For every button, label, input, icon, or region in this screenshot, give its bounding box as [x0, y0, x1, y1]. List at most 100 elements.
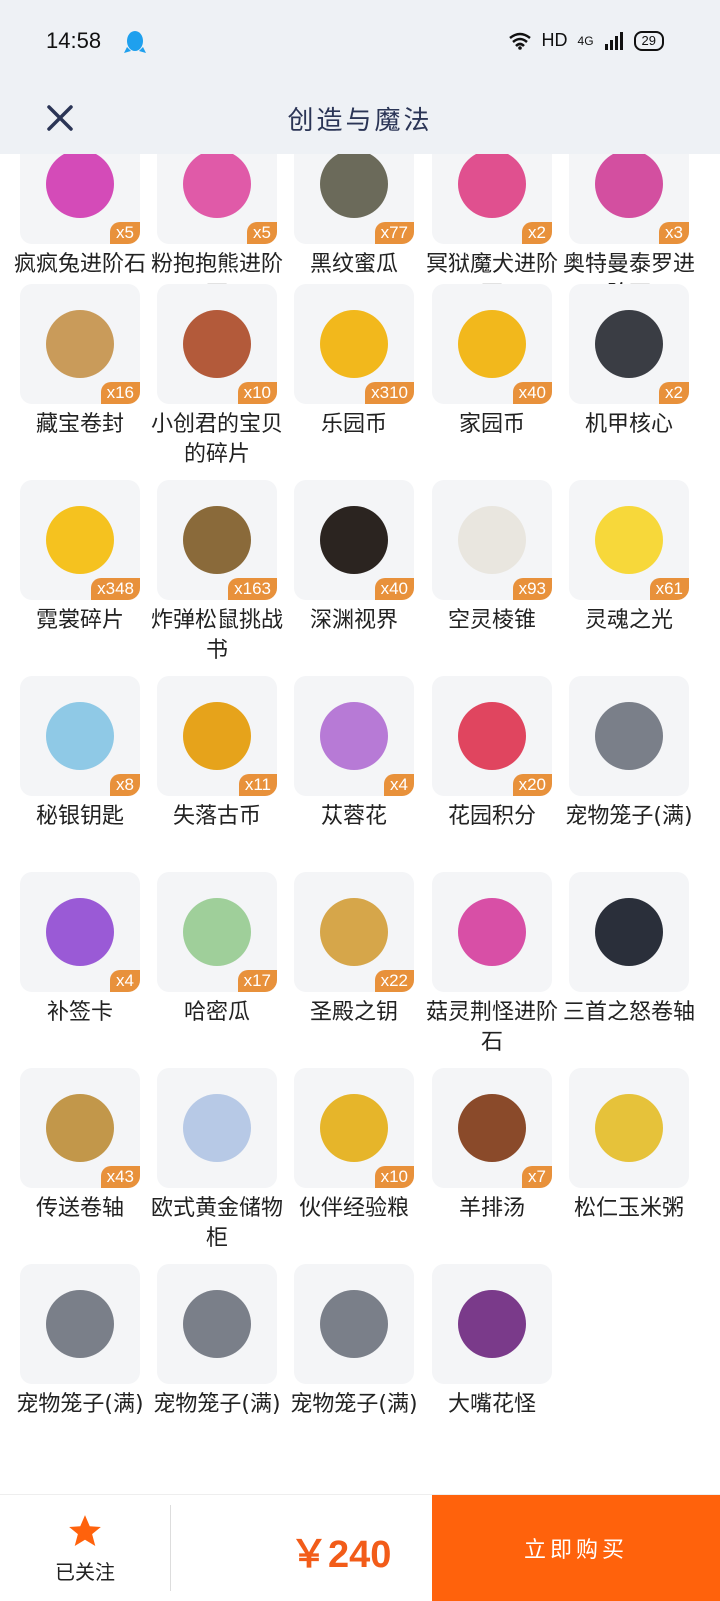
- item-icon: [320, 1094, 388, 1162]
- item-name: 黑纹蜜瓜: [309, 252, 398, 277]
- item-image: x40: [294, 480, 414, 600]
- item-image: [569, 676, 689, 796]
- item-name: 宠物笼子(满): [565, 804, 693, 829]
- item-icon: [320, 898, 388, 966]
- item-quantity: x310: [365, 382, 414, 404]
- item-quantity: x5: [110, 222, 140, 244]
- item-icon: [183, 702, 251, 770]
- item-quantity: x5: [247, 222, 277, 244]
- item-name: 藏宝卷封: [35, 412, 124, 437]
- item-icon: [458, 154, 526, 218]
- item-icon: [183, 1290, 251, 1358]
- item-icon: [458, 506, 526, 574]
- item-image: [569, 872, 689, 992]
- item-icon: [458, 898, 526, 966]
- item-image: [157, 1264, 277, 1384]
- item-icon: [183, 154, 251, 218]
- qq-icon: [124, 31, 146, 53]
- item-icon: [458, 1290, 526, 1358]
- item-icon: [46, 1094, 114, 1162]
- item-icon: [46, 1290, 114, 1358]
- item-name: 圣殿之钥: [309, 1000, 398, 1025]
- item-name: 霓裳碎片: [35, 608, 124, 633]
- item-quantity: x348: [91, 578, 140, 600]
- item-name: 松仁玉米粥: [573, 1196, 684, 1221]
- follow-button[interactable]: 已关注: [0, 1495, 170, 1601]
- item-quantity: x40: [374, 578, 414, 600]
- item-icon: [46, 154, 114, 218]
- item-image: x10: [294, 1068, 414, 1188]
- item-quantity: x22: [374, 970, 414, 992]
- item-quantity: x4: [384, 774, 414, 796]
- item-image: x17: [157, 872, 277, 992]
- item-image: x40: [432, 284, 552, 404]
- item-image: x348: [20, 480, 140, 600]
- item-name: 伙伴经验粮: [298, 1196, 409, 1221]
- buy-now-label: 立即购买: [523, 1538, 628, 1563]
- item-icon: [595, 154, 663, 218]
- item-icon: [183, 898, 251, 966]
- item-name: 失落古币: [172, 804, 261, 829]
- item-icon: [183, 506, 251, 574]
- item-name: 哈密瓜: [183, 1000, 250, 1025]
- item-quantity: x4: [110, 970, 140, 992]
- item-name: 苁蓉花: [320, 804, 387, 829]
- item-image: [294, 1264, 414, 1384]
- item-name: 传送卷轴: [35, 1196, 124, 1221]
- item-icon: [46, 898, 114, 966]
- item-quantity: x8: [110, 774, 140, 796]
- item-icon: [458, 310, 526, 378]
- item-quantity: x77: [374, 222, 414, 244]
- item-image: x5: [20, 154, 140, 244]
- buy-now-button[interactable]: 立即购买: [432, 1495, 720, 1601]
- item-quantity: x17: [237, 970, 277, 992]
- item-name: 炸弹松鼠挑战书: [150, 608, 283, 663]
- item-image: x93: [432, 480, 552, 600]
- star-icon: [69, 1514, 101, 1546]
- item-image: x4: [294, 676, 414, 796]
- app-header: 创造与魔法: [0, 82, 720, 154]
- page-title: 创造与魔法: [287, 106, 433, 136]
- item-image: x7: [432, 1068, 552, 1188]
- footer-divider: [170, 1505, 171, 1591]
- item-name: 宠物笼子(满): [153, 1392, 281, 1417]
- item-name: 疯疯兔进阶石: [13, 252, 146, 277]
- status-time: 14:58: [46, 28, 102, 53]
- item-quantity: x43: [100, 1166, 140, 1188]
- item-image: x10: [157, 284, 277, 404]
- item-name: 宠物笼子(满): [290, 1392, 418, 1417]
- item-icon: [320, 506, 388, 574]
- item-quantity: x2: [659, 382, 689, 404]
- item-image: x163: [157, 480, 277, 600]
- item-image: x8: [20, 676, 140, 796]
- item-icon: [458, 702, 526, 770]
- follow-label: 已关注: [55, 1559, 115, 1584]
- item-image: x310: [294, 284, 414, 404]
- item-name: 羊排汤: [458, 1196, 525, 1221]
- item-image: [432, 1264, 552, 1384]
- item-image: x2: [432, 154, 552, 244]
- item-grid: x5疯疯兔进阶石x5粉抱抱熊进阶石x77黑纹蜜瓜x2冥狱魔犬进阶石x3奥特曼泰罗…: [0, 154, 720, 1484]
- item-image: x77: [294, 154, 414, 244]
- item-image: x11: [157, 676, 277, 796]
- item-name: 菇灵荆怪进阶石: [425, 1000, 558, 1055]
- item-name: 机甲核心: [584, 412, 673, 437]
- item-icon: [320, 702, 388, 770]
- item-icon: [320, 1290, 388, 1358]
- item-quantity: x20: [512, 774, 552, 796]
- item-image: [20, 1264, 140, 1384]
- item-image: x3: [569, 154, 689, 244]
- item-quantity: x10: [237, 382, 277, 404]
- battery-icon: 29: [633, 30, 664, 51]
- item-name: 补签卡: [46, 1000, 113, 1025]
- item-name: 空灵棱锥: [447, 608, 536, 633]
- item-image: x2: [569, 284, 689, 404]
- item-name: 深渊视界: [309, 608, 398, 633]
- item-icon: [183, 310, 251, 378]
- item-quantity: x2: [522, 222, 552, 244]
- item-name: 花园积分: [447, 804, 536, 829]
- item-image: x43: [20, 1068, 140, 1188]
- item-quantity: x3: [659, 222, 689, 244]
- item-icon: [320, 310, 388, 378]
- item-name: 家园币: [458, 412, 525, 437]
